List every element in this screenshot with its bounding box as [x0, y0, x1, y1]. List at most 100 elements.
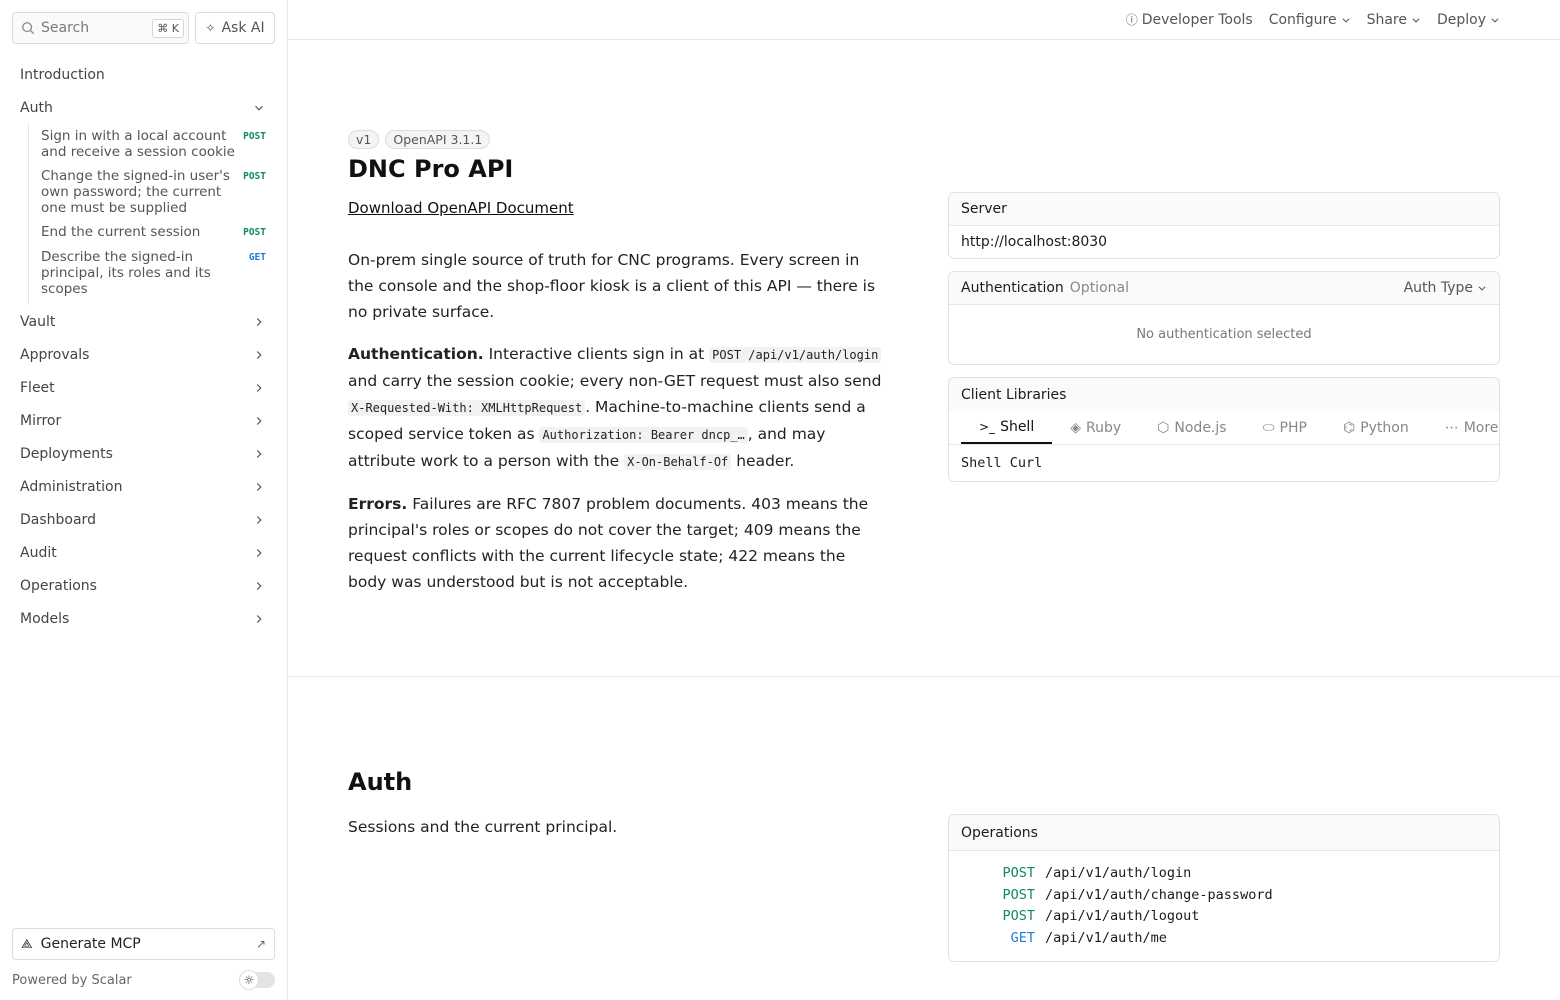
sidebar-item-vault[interactable]: Vault: [12, 305, 274, 338]
chevron-right-icon: [256, 383, 262, 392]
chevron-right-icon: [256, 449, 262, 458]
server-card-title: Server: [961, 201, 1007, 217]
operation-path: /api/v1/auth/login: [1045, 865, 1192, 881]
operations-card-header: Operations: [949, 815, 1499, 851]
tab-python[interactable]: ⌬ Python: [1325, 411, 1427, 444]
search-shortcut: ⌘ K: [152, 18, 184, 38]
errors-paragraph: Errors. Failures are RFC 7807 problem do…: [348, 491, 888, 595]
sidebar-item-operations[interactable]: Operations: [12, 569, 274, 602]
operation-row[interactable]: GET /api/v1/auth/me: [989, 928, 1487, 950]
operation-row[interactable]: POST /api/v1/auth/change-password: [989, 885, 1487, 907]
client-selected: Shell Curl: [961, 455, 1043, 471]
sidebar-item-label: Mirror: [20, 412, 62, 429]
sidebar-item-label: Audit: [20, 544, 57, 561]
server-url-input[interactable]: http://localhost:8030: [949, 226, 1499, 258]
operation-row[interactable]: POST /api/v1/auth/logout: [989, 906, 1487, 928]
tab-shell[interactable]: >_ Shell: [961, 411, 1053, 444]
tab-label: Ruby: [1086, 419, 1122, 436]
chevron-down-icon: [1412, 17, 1420, 23]
version-badge: v1: [348, 130, 380, 149]
sidebar-item-label: Dashboard: [20, 511, 96, 528]
sidebar-item-administration[interactable]: Administration: [12, 470, 274, 503]
operations-panel: Operations POST /api/v1/auth/login POST …: [948, 814, 1500, 974]
client-tabs: >_ Shell ◈ Ruby ⬡ Node.js ⬭ PHP ⌬ Python…: [949, 411, 1499, 445]
ask-ai-button[interactable]: ✧ Ask AI: [195, 12, 275, 44]
text-run: header.: [731, 452, 795, 470]
authentication-card-title: Authentication: [961, 280, 1064, 296]
openapi-badge: OpenAPI 3.1.1: [385, 130, 491, 149]
sidebar-item-auth[interactable]: Auth: [12, 91, 274, 124]
chevron-right-icon: [256, 350, 262, 359]
sun-icon: ☼: [239, 970, 259, 990]
sidebar-item-label: Administration: [20, 478, 123, 495]
sidebar-item-deployments[interactable]: Deployments: [12, 437, 274, 470]
share-label: Share: [1366, 11, 1407, 28]
theme-toggle[interactable]: ☼: [239, 970, 275, 990]
text-run: Failures are RFC 7807 problem documents.…: [348, 495, 869, 591]
sidebar: Search ⌘ K ✧ Ask AI Introduction Auth Si…: [0, 0, 288, 1000]
sidebar-item-label: Auth: [20, 99, 53, 116]
tab-php[interactable]: ⬭ PHP: [1245, 411, 1325, 444]
auth-section-description: Sessions and the current principal.: [348, 818, 618, 836]
tab-label: Shell: [1000, 418, 1035, 435]
authentication-paragraph: Authentication. Interactive clients sign…: [348, 341, 888, 475]
operations-list: POST /api/v1/auth/login POST /api/v1/aut…: [949, 851, 1499, 961]
tab-more[interactable]: ⋯ More: [1427, 411, 1499, 444]
sidebar-subitem-login[interactable]: Sign in with a local account and receive…: [29, 124, 274, 164]
download-openapi-link[interactable]: Download OpenAPI Document: [348, 199, 574, 217]
sidebar-subitem-label: Describe the signed-in principal, its ro…: [41, 249, 211, 297]
server-card-header: Server: [949, 193, 1499, 226]
sidebar-subitem-change-password[interactable]: Change the signed-in user's own password…: [29, 164, 274, 220]
search-input[interactable]: Search ⌘ K: [12, 12, 189, 44]
auth-section-title: Auth: [348, 768, 413, 796]
sidebar-item-label: Approvals: [20, 346, 90, 363]
sidebar-nav: Introduction Auth Sign in with a local a…: [12, 58, 274, 635]
operation-row[interactable]: POST /api/v1/auth/login: [989, 863, 1487, 885]
sidebar-item-mirror[interactable]: Mirror: [12, 404, 274, 437]
method-label: GET: [1010, 929, 1035, 946]
chevron-down-icon: [1342, 17, 1350, 23]
deploy-button[interactable]: Deploy: [1437, 12, 1500, 28]
configure-button[interactable]: Configure: [1269, 12, 1351, 28]
optional-label: Optional: [1069, 280, 1129, 296]
method-badge: GET: [248, 252, 266, 263]
operation-path: /api/v1/auth/change-password: [1045, 886, 1273, 903]
sidebar-item-approvals[interactable]: Approvals: [12, 338, 274, 371]
auth-type-select[interactable]: Auth Type: [1404, 280, 1487, 296]
sidebar-item-label: Deployments: [20, 445, 113, 462]
search-label: Search: [41, 20, 90, 36]
sidebar-top: Search ⌘ K ✧ Ask AI: [12, 12, 275, 44]
share-button[interactable]: Share: [1367, 12, 1421, 28]
info-icon: ⓘ: [1125, 13, 1138, 27]
sidebar-item-label: Operations: [20, 577, 97, 594]
sidebar-subitem-me[interactable]: Describe the signed-in principal, its ro…: [29, 245, 274, 301]
generate-mcp-label: Generate MCP: [40, 936, 141, 952]
python-icon: ⌬: [1342, 419, 1356, 436]
chevron-right-icon: [256, 581, 262, 590]
generate-mcp-button[interactable]: ⟁ Generate MCP ↗: [12, 928, 275, 960]
chevron-right-icon: [256, 515, 262, 524]
sidebar-item-dashboard[interactable]: Dashboard: [12, 503, 274, 536]
sidebar-item-label: Models: [20, 610, 70, 627]
developer-tools-button[interactable]: ⓘ Developer Tools: [1126, 11, 1253, 28]
chevron-down-icon: [1491, 17, 1499, 23]
chevron-right-icon: [256, 317, 262, 326]
sidebar-subitem-logout[interactable]: End the current session POST: [29, 220, 274, 245]
sidebar-item-introduction[interactable]: Introduction: [12, 58, 274, 91]
sidebar-item-models[interactable]: Models: [12, 602, 274, 635]
operations-title: Operations: [961, 824, 1038, 841]
inline-code: Authorization: Bearer dncp_…: [539, 427, 748, 443]
authentication-card: Authentication Optional Auth Type No auth…: [948, 271, 1500, 365]
tab-ruby[interactable]: ◈ Ruby: [1052, 411, 1139, 444]
chevron-right-icon: [256, 548, 262, 557]
method-label: POST: [1002, 865, 1035, 881]
sidebar-item-fleet[interactable]: Fleet: [12, 371, 274, 404]
version-badges: v1 OpenAPI 3.1.1: [348, 130, 888, 149]
sidebar-item-audit[interactable]: Audit: [12, 536, 274, 569]
chevron-down-icon: [1478, 286, 1486, 291]
tab-nodejs[interactable]: ⬡ Node.js: [1139, 411, 1244, 444]
errors-heading: Errors.: [348, 495, 408, 513]
more-icon: ⋯: [1444, 419, 1459, 436]
method-label: POST: [1002, 886, 1035, 903]
operation-path: /api/v1/auth/me: [1045, 929, 1167, 946]
